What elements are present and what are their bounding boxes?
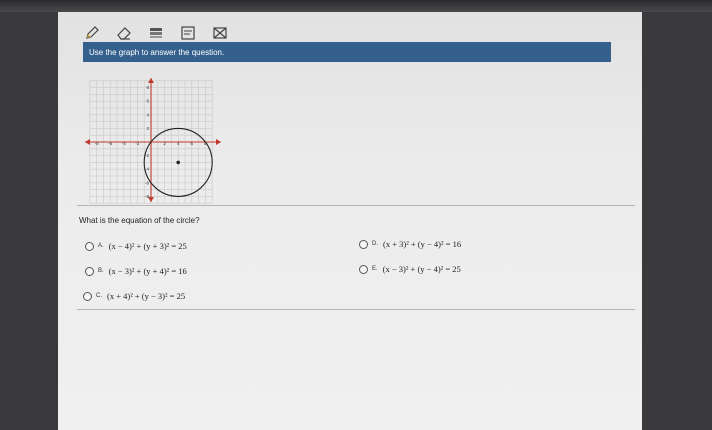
x-tick-label: -8 [95,141,99,146]
choice-e[interactable]: E. (x − 3)² + (y − 4)² = 25 [359,264,461,274]
x-axis-arrow-left [85,139,90,145]
question-text: What is the equation of the circle? [79,216,200,225]
choice-c[interactable]: C. (x + 4)² + (y − 3)² = 25 [83,291,185,301]
choice-equation: (x + 4)² + (y − 3)² = 25 [107,291,186,301]
choice-equation: (x + 3)² + (y − 4)² = 16 [383,239,462,249]
choice-letter: A. [98,243,104,249]
y-tick-label: -8 [145,194,149,199]
radio-button[interactable] [85,241,94,251]
x-tick-label: -4 [122,141,126,146]
circle-graph: -8 -6 -4 -2 2 4 6 8 8 6 4 2 -2 -4 -6 -8 [83,76,223,204]
choice-a[interactable]: A. (x − 4)² + (y + 3)² = 25 [85,241,187,251]
choice-equation: (x − 4)² + (y + 3)² = 25 [108,241,187,251]
instructions-bar: Use the graph to answer the question. [83,42,611,62]
choice-b[interactable]: B. (x − 3)² + (y + 4)² = 16 [85,266,187,276]
graph-svg: -8 -6 -4 -2 2 4 6 88642-2-4-6-8 [85,78,221,204]
eraser-icon[interactable] [114,23,134,43]
choice-equation: (x − 3)² + (y + 4)² = 16 [108,266,187,276]
toolbar [82,22,230,44]
radio-button[interactable] [85,266,94,276]
choice-letter: C. [96,293,102,299]
choice-letter: D. [372,241,378,247]
y-tick-label: -6 [145,180,149,185]
choice-d[interactable]: D. (x + 3)² + (y − 4)² = 16 [359,239,461,249]
top-bar [0,0,712,12]
x-tick-label: -2 [135,141,139,146]
highlighter-icon[interactable] [146,23,166,43]
choice-letter: E. [372,266,378,272]
notes-icon[interactable] [178,23,198,43]
radio-button[interactable] [359,264,368,274]
x-axis-arrow-right [216,139,221,145]
radio-button[interactable] [83,291,92,301]
instructions-text: Use the graph to answer the question. [89,47,225,57]
circle-center-point [176,160,180,165]
pencil-icon[interactable] [82,23,102,43]
eliminate-icon[interactable] [210,23,230,43]
question-area: What is the equation of the circle? A. (… [77,205,635,310]
choice-equation: (x − 3)² + (y − 4)² = 25 [382,264,461,274]
radio-button[interactable] [359,239,368,249]
choice-letter: B. [98,268,104,274]
x-tick-label: -6 [108,141,112,146]
